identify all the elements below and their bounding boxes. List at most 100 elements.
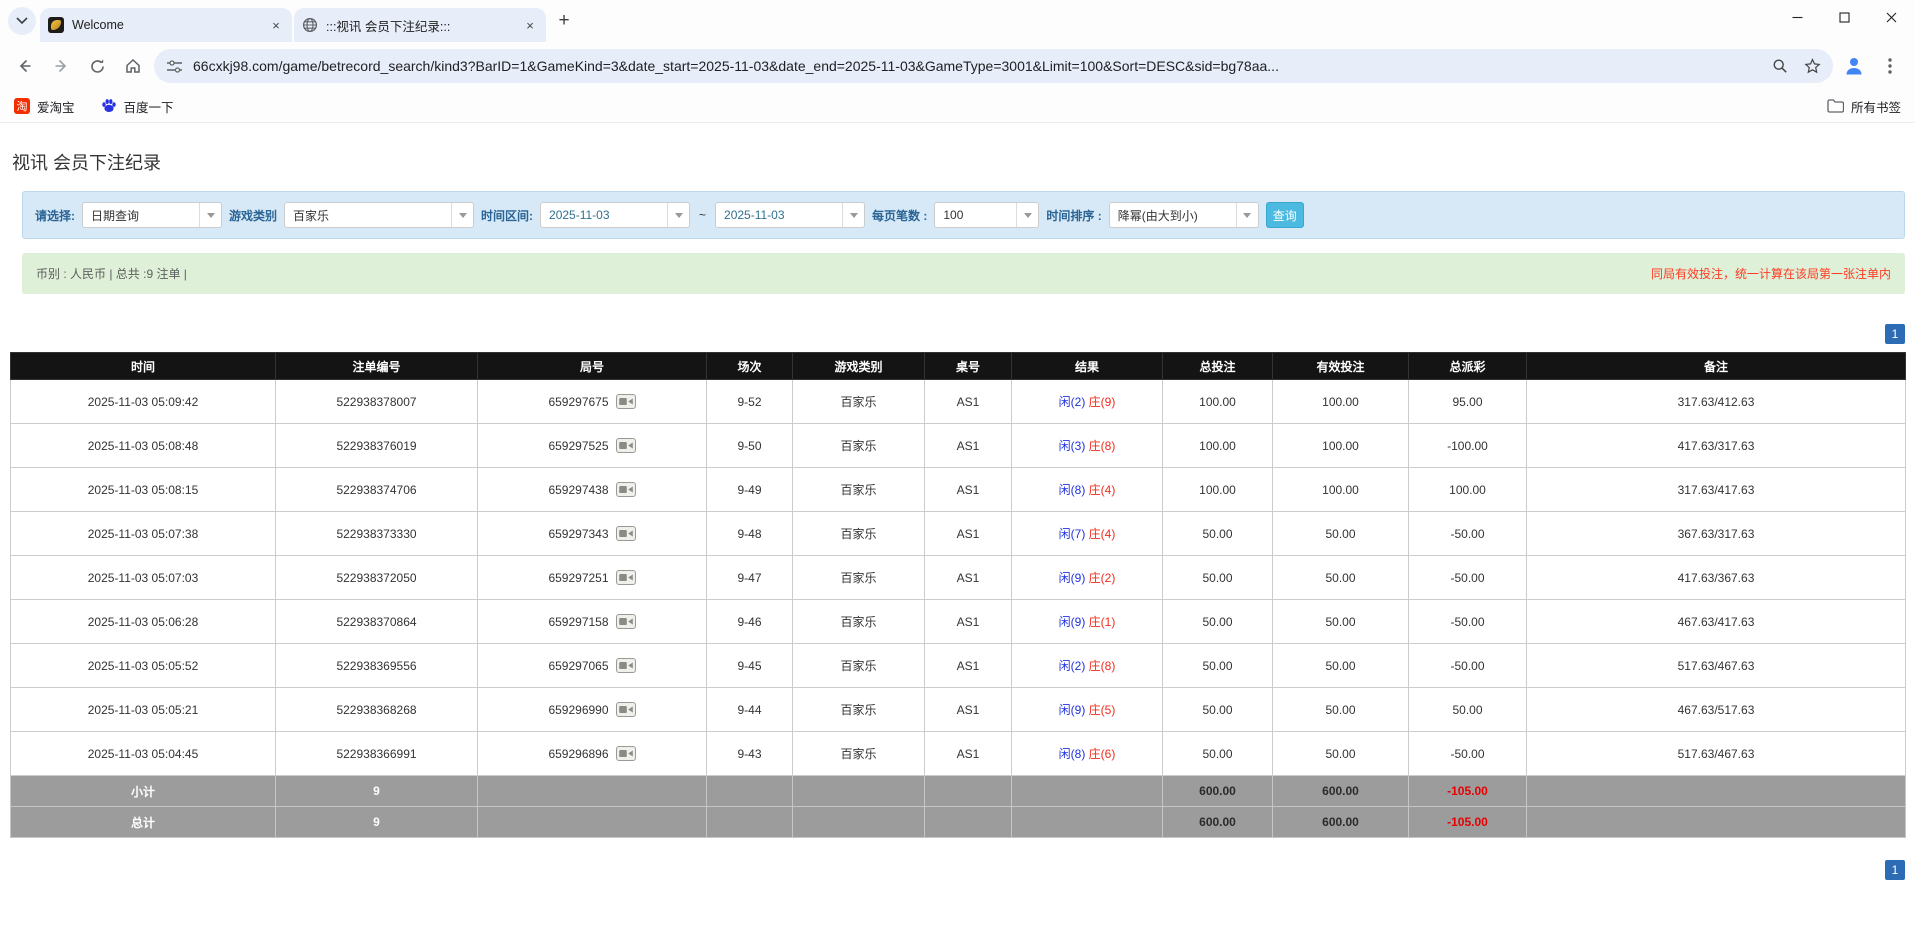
video-replay-icon[interactable] [615,482,636,497]
cell-payout: 50.00 [1408,687,1527,732]
profile-button[interactable] [1839,51,1869,81]
cell-game-type: 百家乐 [792,467,925,512]
browser-menu-button[interactable] [1875,51,1905,81]
cell-note: 417.63/317.63 [1526,423,1906,468]
subtotal-valid-bet: 600.00 [1272,775,1409,807]
video-replay-icon[interactable] [615,746,636,761]
cell-game-type: 百家乐 [792,731,925,776]
zoom-level-button[interactable] [1769,55,1791,77]
cell-bet-id: 522938370864 [275,599,478,644]
cell-result: 闲(2) 庄(9) [1011,379,1163,424]
bookmark-taobao[interactable]: 淘 爱淘宝 [14,97,75,116]
cell-time: 2025-11-03 05:07:38 [10,511,276,556]
video-replay-icon[interactable] [615,438,636,453]
cell-bet-id: 522938369556 [275,643,478,688]
tab-betrecord[interactable]: :::视讯 会员下注纪录::: × [294,8,546,42]
game-type-select[interactable]: 百家乐 [284,202,475,228]
col-bet-id: 注单编号 [275,352,478,380]
chevron-down-icon[interactable] [1235,203,1258,227]
total-count: 9 [275,806,478,838]
col-table-no: 桌号 [924,352,1012,380]
notice-text: 同局有效投注，统一计算在该局第一张注单内 [1650,267,1891,281]
tab-close-icon[interactable]: × [522,17,538,33]
cell-total-bet: 100.00 [1162,423,1273,468]
sort-value: 降幂(由大到小) [1117,208,1198,223]
chevron-down-icon[interactable] [842,203,864,227]
cell-time: 2025-11-03 05:09:42 [10,379,276,424]
chevron-down-icon[interactable] [199,203,221,227]
cell-session: 9-45 [706,643,793,688]
col-valid-bet: 有效投注 [1272,352,1409,380]
chevron-down-icon[interactable] [451,203,473,227]
chevron-down-icon[interactable] [667,203,689,227]
cell-result: 闲(9) 庄(5) [1011,687,1163,732]
page-content: 视讯 会员下注纪录 请选择: 日期查询 游戏类别 百家乐 时间区间: 2025-… [0,123,1915,930]
search-button[interactable]: 查询 [1265,202,1304,228]
total-valid-bet: 600.00 [1272,806,1409,838]
video-replay-icon[interactable] [615,394,636,409]
subtotal-label: 小计 [10,775,276,807]
home-button[interactable] [118,51,148,81]
cell-round-id: 659297158 [477,599,707,644]
chevron-down-icon[interactable] [1016,203,1038,227]
tab-search-button[interactable] [8,7,36,35]
query-mode-select[interactable]: 日期查询 [82,202,222,228]
cell-round-id: 659297675 [477,379,707,424]
cell-round-id: 659297438 [477,467,707,512]
close-window-button[interactable] [1868,0,1915,34]
cell-payout: -100.00 [1408,423,1527,468]
cell-time: 2025-11-03 05:04:45 [10,731,276,776]
cell-session: 9-44 [706,687,793,732]
date-range-label: 时间区间: [481,208,534,223]
site-controls-icon[interactable] [166,59,183,74]
page-number-button[interactable]: 1 [1885,324,1905,344]
cell-payout: -50.00 [1408,643,1527,688]
tab-close-icon[interactable]: × [268,17,284,33]
cell-game-type: 百家乐 [792,599,925,644]
cell-total-bet: 50.00 [1162,599,1273,644]
minimize-icon [1792,16,1803,18]
forward-button[interactable] [46,51,76,81]
cell-bet-id: 522938376019 [275,423,478,468]
cell-round-id: 659296896 [477,731,707,776]
cell-valid-bet: 50.00 [1272,599,1409,644]
cell-total-bet: 50.00 [1162,511,1273,556]
query-mode-value: 日期查询 [91,208,140,223]
bookmark-label: 百度一下 [123,100,174,115]
cell-payout: 95.00 [1408,379,1527,424]
date-start-select[interactable]: 2025-11-03 [540,202,691,228]
video-replay-icon[interactable] [615,658,636,673]
date-end-select[interactable]: 2025-11-03 [715,202,866,228]
table-row: 2025-11-03 05:08:48 522938376019 6592975… [10,423,1906,468]
per-page-select[interactable]: 100 [934,202,1040,228]
cell-payout: 100.00 [1408,467,1527,512]
back-button[interactable] [10,51,40,81]
page-number-button[interactable]: 1 [1885,860,1905,880]
cell-payout: -50.00 [1408,511,1527,556]
video-replay-icon[interactable] [615,526,636,541]
video-replay-icon[interactable] [615,570,636,585]
reload-button[interactable] [82,51,112,81]
maximize-button[interactable] [1821,0,1868,34]
sort-select[interactable]: 降幂(由大到小) [1108,202,1259,228]
video-replay-icon[interactable] [615,614,636,629]
url-text[interactable]: 66cxkj98.com/game/betrecord_search/kind3… [193,58,1759,74]
tab-title: :::视讯 会员下注纪录::: [326,19,451,34]
video-replay-icon[interactable] [615,702,636,717]
cell-table-no: AS1 [924,643,1012,688]
range-separator: ~ [699,208,707,222]
cell-table-no: AS1 [924,511,1012,556]
table-row: 2025-11-03 05:07:03 522938372050 6592972… [10,555,1906,600]
date-start-value: 2025-11-03 [549,208,610,222]
bookmark-baidu[interactable]: 百度一下 [101,97,174,116]
all-bookmarks-button[interactable]: 所有书签 [1827,97,1901,116]
table-footer: 小计 9 600.00 600.00 -105.00 总计 9 600.00 6… [10,775,1906,838]
tab-welcome[interactable]: Welcome × [40,8,292,42]
cell-note: 317.63/417.63 [1526,467,1906,512]
bookmark-star-button[interactable] [1801,55,1823,77]
bookmarks-bar: 淘 爱淘宝 百度一下 所有书签 [0,90,1915,123]
new-tab-button[interactable]: + [550,7,578,35]
address-bar[interactable]: 66cxkj98.com/game/betrecord_search/kind3… [154,49,1833,83]
cell-total-bet: 50.00 [1162,687,1273,732]
minimize-button[interactable] [1774,0,1821,34]
